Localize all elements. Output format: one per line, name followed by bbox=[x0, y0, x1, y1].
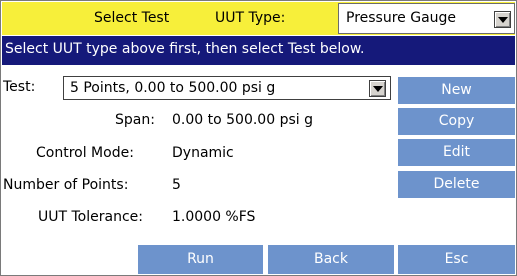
uut-type-value: Pressure Gauge bbox=[346, 10, 457, 26]
screen-title: Select Test bbox=[94, 10, 170, 26]
new-button[interactable]: New bbox=[398, 77, 515, 104]
instruction-text: Select UUT type above first, then select… bbox=[5, 41, 365, 57]
delete-button[interactable]: Delete bbox=[398, 171, 515, 198]
span-label: Span: bbox=[115, 112, 155, 128]
back-button[interactable]: Back bbox=[268, 245, 394, 274]
instruction-bar: Select UUT type above first, then select… bbox=[2, 36, 515, 65]
test-selected-value: 5 Points, 0.00 to 500.00 psi g bbox=[70, 80, 276, 96]
chevron-down-icon bbox=[498, 17, 508, 23]
copy-button[interactable]: Copy bbox=[398, 108, 515, 135]
number-of-points-label: Number of Points: bbox=[3, 177, 129, 193]
uut-type-label: UUT Type: bbox=[215, 10, 286, 26]
uut-tolerance-label: UUT Tolerance: bbox=[38, 209, 143, 225]
chevron-down-icon bbox=[373, 86, 383, 92]
edit-button[interactable]: Edit bbox=[398, 139, 515, 166]
control-mode-label: Control Mode: bbox=[36, 145, 134, 161]
uut-type-dropdown[interactable]: Pressure Gauge bbox=[338, 3, 515, 34]
control-mode-value: Dynamic bbox=[172, 145, 234, 161]
number-of-points-value: 5 bbox=[172, 177, 181, 193]
select-test-screen: Select Test UUT Type: Pressure Gauge Sel… bbox=[0, 0, 517, 276]
span-value: 0.00 to 500.00 psi g bbox=[172, 112, 313, 128]
uut-tolerance-value: 1.0000 %FS bbox=[172, 209, 256, 225]
esc-button[interactable]: Esc bbox=[398, 245, 515, 274]
test-dropdown-arrow[interactable] bbox=[369, 80, 386, 97]
uut-type-dropdown-arrow[interactable] bbox=[494, 11, 511, 28]
test-dropdown[interactable]: 5 Points, 0.00 to 500.00 psi g bbox=[63, 76, 391, 100]
header-bar: Select Test UUT Type: Pressure Gauge bbox=[2, 2, 515, 35]
test-label: Test: bbox=[3, 79, 36, 95]
run-button[interactable]: Run bbox=[138, 245, 263, 274]
